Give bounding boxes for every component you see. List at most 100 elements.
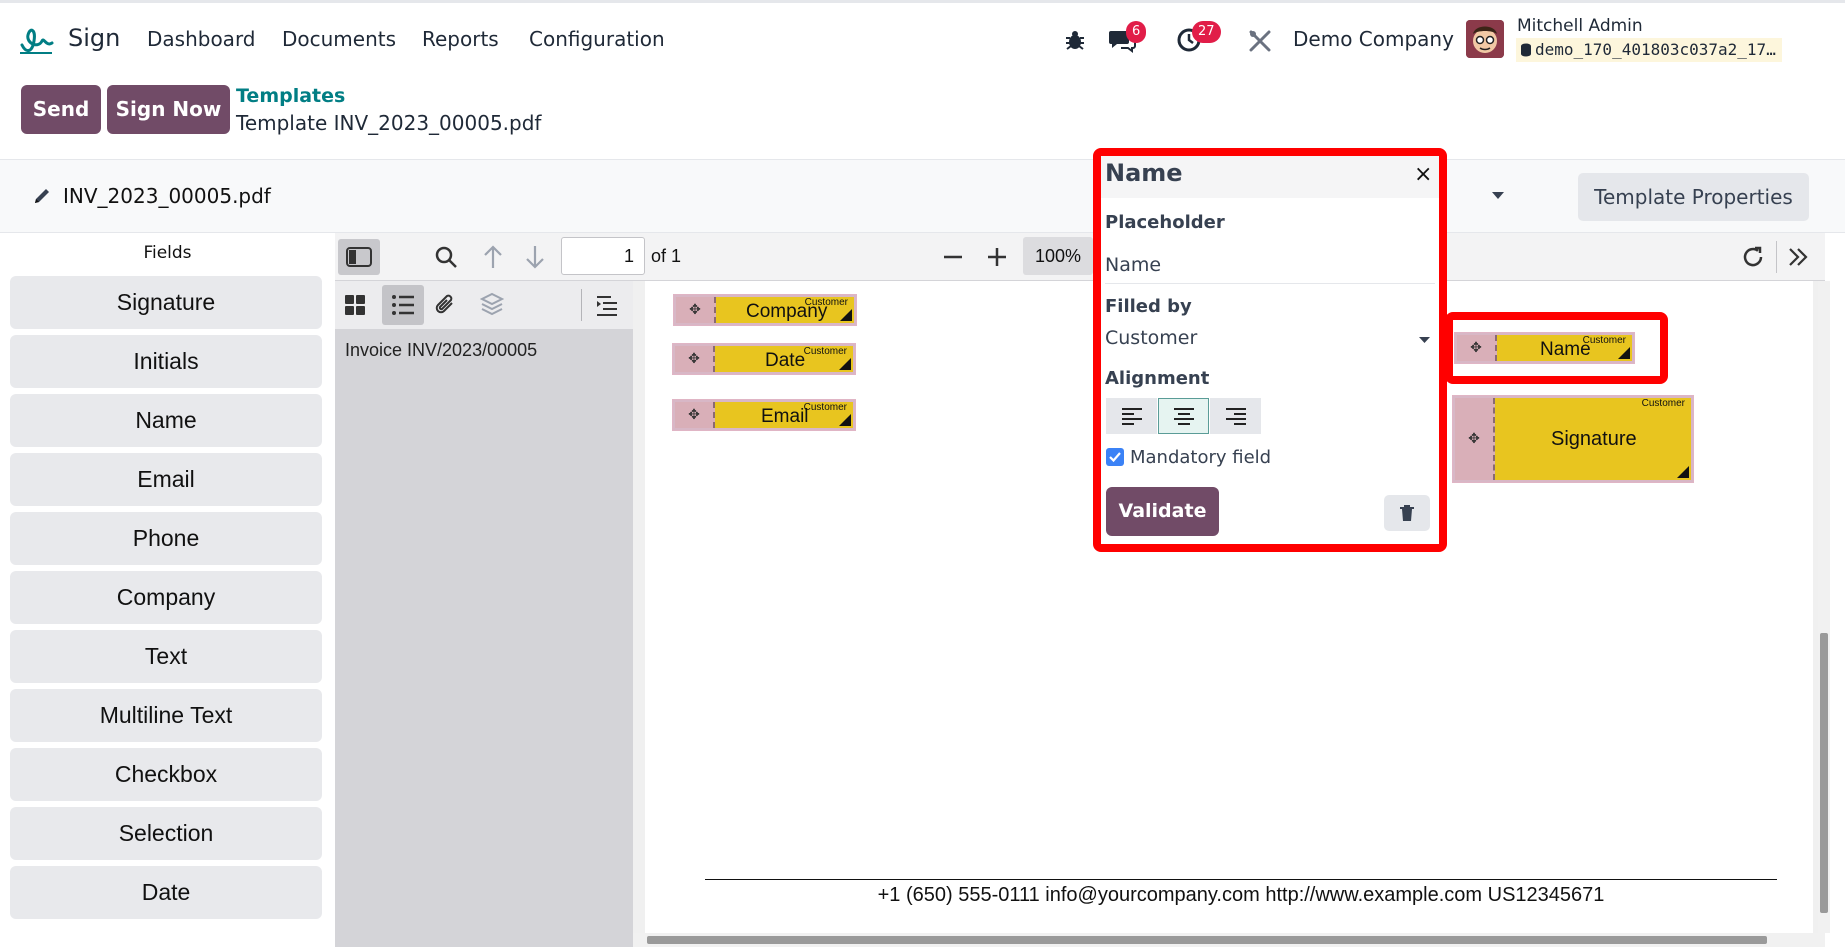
- pdf-outline-pane: Invoice INV/2023/00005: [335, 281, 633, 947]
- refresh-icon[interactable]: [1741, 245, 1765, 269]
- filled-by-caret-icon[interactable]: [1418, 336, 1431, 344]
- resize-corner[interactable]: [839, 414, 851, 426]
- send-button[interactable]: Send: [21, 85, 101, 134]
- breadcrumb-current: Template INV_2023_00005.pdf: [236, 111, 542, 135]
- thumbnails-grid-icon[interactable]: [343, 293, 367, 317]
- resize-corner[interactable]: [840, 309, 852, 321]
- outline-item[interactable]: Invoice INV/2023/00005: [345, 340, 537, 361]
- field-multiline-text[interactable]: Multiline Text: [10, 689, 322, 742]
- document-header-bar: INV_2023_00005.pdf Template Properties: [0, 159, 1845, 233]
- messages-count-badge: 6: [1126, 21, 1147, 43]
- delete-trash-icon[interactable]: [1384, 495, 1430, 531]
- sign-item-responsible: Customer: [803, 402, 847, 413]
- sign-item-responsible: Customer: [803, 346, 847, 357]
- menu-configuration[interactable]: Configuration: [529, 27, 665, 51]
- settings-tools-icon[interactable]: [1248, 29, 1272, 53]
- horizontal-scrollbar[interactable]: [633, 933, 1825, 947]
- menu-reports[interactable]: Reports: [422, 27, 499, 51]
- footer-rule: [705, 879, 1777, 880]
- sign-item-company[interactable]: ✥ Company Customer: [674, 295, 856, 325]
- sidebar-toggle-icon[interactable]: [338, 239, 380, 275]
- debug-bug-icon[interactable]: [1064, 29, 1086, 51]
- sign-app-logo-icon[interactable]: [18, 23, 54, 57]
- mandatory-field-label[interactable]: Mandatory field: [1130, 447, 1271, 468]
- pdf-viewer-toolbar: 1 of 1 100%: [335, 233, 1825, 281]
- previous-page-arrow-icon[interactable]: [482, 244, 504, 270]
- field-name[interactable]: Name: [10, 394, 322, 447]
- field-company[interactable]: Company: [10, 571, 322, 624]
- user-name[interactable]: Mitchell Admin: [1517, 16, 1643, 36]
- field-email[interactable]: Email: [10, 453, 322, 506]
- outline-divider: [581, 289, 582, 321]
- placeholder-input[interactable]: Name: [1105, 250, 1435, 284]
- sign-item-responsible: Customer: [1641, 398, 1685, 409]
- dropdown-caret-icon[interactable]: [1491, 191, 1505, 200]
- app-name[interactable]: Sign: [68, 24, 120, 52]
- sign-item-signature[interactable]: ✥ Signature Customer: [1453, 396, 1693, 482]
- align-left-button[interactable]: [1106, 398, 1157, 434]
- zoom-in-icon[interactable]: [986, 246, 1008, 268]
- field-selection[interactable]: Selection: [10, 807, 322, 860]
- move-handle-icon[interactable]: ✥: [675, 346, 715, 372]
- layers-icon[interactable]: [480, 292, 504, 318]
- field-phone[interactable]: Phone: [10, 512, 322, 565]
- outline-list-icon[interactable]: [382, 285, 424, 325]
- template-properties-button[interactable]: Template Properties: [1578, 173, 1809, 221]
- alignment-label: Alignment: [1105, 368, 1210, 389]
- sign-item-label: Signature: [1551, 428, 1637, 450]
- filled-by-select[interactable]: Customer: [1105, 324, 1435, 354]
- document-filename[interactable]: INV_2023_00005.pdf: [63, 184, 271, 208]
- move-handle-icon[interactable]: ✥: [1455, 398, 1495, 480]
- pencil-edit-icon[interactable]: [33, 187, 51, 205]
- company-switcher[interactable]: Demo Company: [1293, 27, 1454, 51]
- more-tools-chevrons-icon[interactable]: [1786, 245, 1810, 269]
- activities-count-badge: 27: [1192, 21, 1221, 43]
- fields-title: Fields: [143, 243, 192, 263]
- next-page-arrow-icon[interactable]: [524, 244, 546, 270]
- page-number-input[interactable]: 1: [561, 237, 645, 275]
- fields-sidebar: Fields Signature Initials Name Email Pho…: [0, 233, 335, 947]
- mandatory-checkbox[interactable]: [1106, 448, 1124, 466]
- filled-by-label: Filled by: [1105, 296, 1192, 317]
- field-text[interactable]: Text: [10, 630, 322, 683]
- validate-button[interactable]: Validate: [1106, 487, 1219, 536]
- outline-options-icon[interactable]: [595, 293, 619, 317]
- placeholder-label: Placeholder: [1105, 212, 1225, 233]
- popover-title: Name: [1105, 159, 1183, 187]
- pdf-footer-text: +1 (650) 555-0111 info@yourcompany.com h…: [877, 884, 1605, 906]
- user-avatar[interactable]: [1466, 20, 1504, 58]
- attachments-paperclip-icon[interactable]: [434, 292, 458, 318]
- menu-dashboard[interactable]: Dashboard: [147, 27, 256, 51]
- field-signature[interactable]: Signature: [10, 276, 322, 329]
- resize-corner[interactable]: [1677, 466, 1689, 478]
- toolbar-divider: [1776, 241, 1777, 273]
- move-handle-icon[interactable]: ✥: [676, 297, 716, 323]
- vertical-scrollbar[interactable]: [1818, 281, 1830, 933]
- popover-close-button[interactable]: ×: [1414, 162, 1432, 187]
- sign-item-email[interactable]: ✥ Email Customer: [673, 400, 855, 430]
- move-handle-icon[interactable]: ✥: [675, 402, 715, 428]
- sign-item-responsible: Customer: [804, 297, 848, 308]
- resize-corner[interactable]: [839, 358, 851, 370]
- align-center-button[interactable]: [1158, 398, 1209, 434]
- horizontal-scrollbar-thumb[interactable]: [647, 936, 1767, 944]
- sign-now-button[interactable]: Sign Now: [107, 85, 230, 134]
- field-checkbox[interactable]: Checkbox: [10, 748, 322, 801]
- zoom-out-icon[interactable]: [942, 246, 964, 268]
- page-total: of 1: [651, 246, 682, 266]
- breadcrumb-templates-link[interactable]: Templates: [236, 85, 345, 107]
- database-icon: [1520, 43, 1532, 57]
- search-icon[interactable]: [434, 245, 458, 269]
- zoom-select[interactable]: 100%: [1023, 237, 1093, 275]
- database-indicator: demo_170_401803c037a2_17…: [1516, 38, 1782, 62]
- align-right-button[interactable]: [1210, 398, 1261, 434]
- vertical-scrollbar-thumb[interactable]: [1820, 633, 1828, 913]
- database-name: demo_170_401803c037a2_17…: [1535, 40, 1776, 59]
- sign-item-label: Date: [765, 350, 806, 371]
- sign-item-label: Email: [761, 406, 809, 427]
- top-navbar: Sign Dashboard Documents Reports Configu…: [0, 0, 1845, 74]
- field-initials[interactable]: Initials: [10, 335, 322, 388]
- menu-documents[interactable]: Documents: [282, 27, 396, 51]
- field-date[interactable]: Date: [10, 866, 322, 919]
- sign-item-date[interactable]: ✥ Date Customer: [673, 344, 855, 374]
